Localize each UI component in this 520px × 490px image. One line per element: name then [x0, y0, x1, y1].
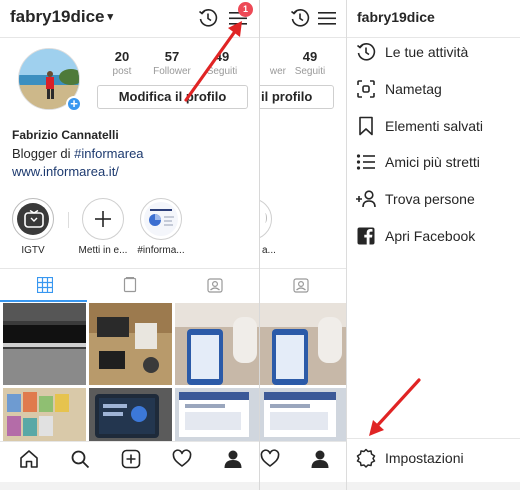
menu-item-label: Elementi salvati [385, 118, 484, 134]
grid-post[interactable] [89, 303, 172, 385]
highlight-label: IGTV [21, 245, 45, 256]
annotation-arrow-icon [369, 378, 421, 436]
grid-post[interactable] [3, 388, 86, 441]
menu-item-saved[interactable]: Elementi salvati [355, 114, 483, 138]
grid-post[interactable] [3, 303, 86, 385]
system-bar [260, 482, 346, 490]
bio-text: Blogger di [12, 146, 75, 161]
highlight-label: #informa... [137, 245, 185, 256]
menu-item-activity[interactable]: Le tue attività [355, 40, 468, 64]
tagged-photos-icon[interactable] [293, 277, 309, 293]
highlight-informarea[interactable] [140, 198, 182, 240]
header-divider [260, 37, 346, 38]
post-thumbnail [89, 388, 172, 441]
highlight-fragment[interactable] [260, 198, 272, 240]
igtv-icon [24, 210, 44, 228]
menu-username: fabry19dice [357, 9, 435, 25]
menu-item-label: Trova persone [385, 191, 475, 207]
highlight-igtv[interactable] [12, 198, 54, 240]
activity-history-icon [355, 42, 377, 62]
highlights-divider [68, 212, 69, 228]
following-label: Seguiti [294, 66, 326, 77]
menu-item-find-people[interactable]: Trova persone [355, 187, 475, 211]
menu-header-divider [347, 37, 520, 38]
grid-post[interactable] [260, 388, 346, 441]
menu-item-label: Apri Facebook [385, 228, 476, 244]
bottom-nav-divider [260, 441, 346, 442]
highlight-thumbnail [149, 209, 174, 226]
new-post-icon[interactable] [121, 449, 141, 469]
bookmark-icon [355, 116, 377, 136]
grid-view-icon[interactable] [37, 277, 53, 293]
edit-profile-button[interactable]: il profilo [260, 85, 334, 109]
post-thumbnail [89, 303, 172, 385]
post-thumbnail [3, 388, 86, 441]
menu-item-open-facebook[interactable]: Apri Facebook [355, 224, 475, 248]
profile-icon[interactable] [310, 449, 330, 469]
full-name: Fabrizio Cannatelli [12, 128, 119, 142]
side-menu: fabry19dice Le tue attività Nametag Elem… [346, 0, 520, 490]
tabs-divider-top [260, 268, 346, 269]
menu-hamburger-icon[interactable] [318, 10, 336, 26]
post-thumbnail [175, 303, 260, 385]
menu-item-label: Le tue attività [385, 44, 469, 60]
menu-item-close-friends[interactable]: Amici più stretti [355, 150, 480, 174]
post-thumbnail [175, 388, 260, 441]
active-tab-indicator [0, 300, 87, 302]
post-thumbnail [3, 303, 86, 385]
add-person-icon [355, 189, 377, 209]
post-thumbnail [260, 388, 346, 441]
facebook-icon [355, 226, 377, 246]
grid-post[interactable] [175, 388, 260, 441]
search-icon[interactable] [70, 449, 90, 469]
home-icon[interactable] [19, 449, 39, 469]
menu-item-nametag[interactable]: Nametag [355, 77, 442, 101]
grid-post[interactable] [260, 303, 346, 385]
grid-post[interactable] [89, 388, 172, 441]
profile-screen: fabry19dice ▾ 1 + 20 post 57 Follower 49 … [0, 0, 260, 490]
nametag-icon [355, 79, 377, 99]
website-link[interactable]: www.informarea.it/ [12, 164, 119, 179]
grid-post[interactable] [175, 303, 260, 385]
system-bar [0, 482, 260, 490]
close-friends-list-icon [355, 152, 377, 172]
bio-hashtag-link[interactable]: #informarea [74, 146, 143, 161]
menu-item-label: Nametag [385, 81, 442, 97]
menu-item-label: Amici più stretti [385, 154, 480, 170]
system-bar [347, 482, 520, 490]
profile-icon[interactable] [223, 449, 243, 469]
annotation-arrow-icon [184, 21, 242, 102]
highlight-label: Metti in e... [78, 245, 128, 256]
bottom-nav-divider [0, 441, 260, 442]
bio: Blogger di #informarea [12, 146, 144, 161]
following-count[interactable]: 49 [280, 49, 340, 64]
tagged-photos-icon[interactable] [207, 277, 223, 293]
settings-gear-icon [355, 448, 377, 468]
menu-item-label: Impostazioni [385, 450, 464, 466]
highlight-label-fragment: a... [262, 245, 276, 256]
post-thumbnail [260, 303, 346, 385]
new-highlight-button[interactable] [82, 198, 124, 240]
tabs-divider-top [0, 268, 260, 269]
heart-icon[interactable] [260, 449, 280, 469]
profile-slice: wer 49 Seguiti il profilo a... [260, 0, 346, 490]
activity-history-icon[interactable] [290, 8, 310, 28]
heart-icon[interactable] [172, 449, 192, 469]
feed-view-icon[interactable] [122, 277, 138, 293]
plus-icon [95, 211, 111, 227]
